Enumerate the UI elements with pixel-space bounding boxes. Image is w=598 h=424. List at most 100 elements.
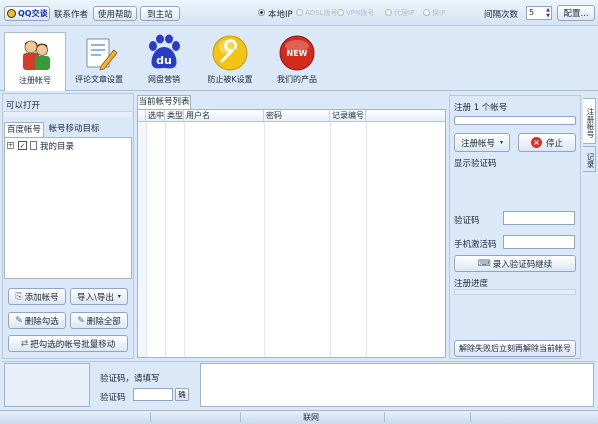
grid-col-line	[184, 122, 265, 357]
captcha-image-box	[200, 363, 594, 407]
batch-move-button[interactable]: ⇄ 把勾选的帐号批量移动	[8, 335, 128, 352]
import-export-label: 导入\导出	[77, 292, 114, 303]
col-header-type[interactable]: 类型	[165, 110, 184, 122]
sms-code-label: 手机激活码	[454, 240, 497, 250]
radio-local-ip-label: 本地IP	[268, 10, 293, 20]
radio-change-ip[interactable]	[423, 9, 430, 16]
col-header-password[interactable]: 密码	[264, 110, 330, 122]
stop-icon: ×	[530, 137, 542, 148]
bottom-captcha-input[interactable]	[133, 388, 173, 401]
interval-spinner[interactable]: 5 ▲ ▼	[526, 6, 552, 20]
captcha-image-area	[454, 169, 576, 207]
delete-all-button[interactable]: ✎ 删除全部	[70, 312, 128, 329]
delete-all-label: 删除全部	[86, 316, 121, 327]
toolbar-anti-ban-settings-label: 防止被K设置	[207, 75, 253, 84]
bottom-confirm-button[interactable]: 确	[175, 388, 189, 401]
radio-vpn[interactable]	[337, 9, 344, 16]
side-tab-register[interactable]: 注册帐号	[583, 98, 596, 144]
status-divider	[384, 412, 385, 422]
delete-checked-label: 删除勾选	[24, 316, 59, 327]
new-badge-text: NEW	[287, 49, 308, 58]
tree-expand-icon[interactable]: +	[7, 142, 14, 149]
left-panel-divider	[4, 111, 132, 117]
stop-label: 停止	[545, 138, 563, 149]
delete-checked-button[interactable]: ✎ 删除勾选	[8, 312, 66, 329]
baidu-paw-icon: du	[149, 34, 180, 69]
status-divider	[240, 412, 241, 422]
center-tab[interactable]: 当前帐号列表	[137, 95, 191, 109]
sms-code-input[interactable]	[503, 235, 575, 249]
account-grid: 选中 类型 用户名 密码 记录编号	[137, 109, 446, 358]
users-icon	[23, 40, 50, 70]
grid-col-line	[330, 122, 367, 357]
register-account-button[interactable]: 注册帐号 ▾	[454, 133, 510, 152]
grid-col-line	[146, 122, 166, 357]
eraser-icon: ✎	[15, 315, 23, 326]
dropdown-arrow-icon: ▾	[117, 293, 121, 300]
toolbar-comment-settings-label: 评论文章设置	[75, 75, 123, 84]
submit-captcha-button[interactable]: ⌨ 录入验证码继续	[454, 255, 576, 272]
radio-proxy-label: 代理IP	[394, 9, 415, 17]
radio-change-ip-label: 换IP	[432, 9, 446, 17]
unlock-current-account-button[interactable]: 解除失败后立刻再解除当前帐号	[454, 340, 576, 357]
dropdown-arrow-icon: ▾	[500, 139, 504, 146]
move-icon: ⇄	[20, 338, 29, 349]
keyboard-icon: ⌨	[477, 258, 491, 269]
import-export-button[interactable]: 导入\导出 ▾	[70, 288, 128, 305]
radio-adsl[interactable]	[296, 9, 303, 16]
tree-root-label[interactable]: 我的目录	[40, 140, 74, 152]
toolbar-register-account-label: 注册帐号	[19, 76, 51, 85]
tab-baidu-accounts[interactable]: 百度帐号	[4, 122, 44, 137]
captcha-label: 验证码	[454, 216, 480, 226]
config-button[interactable]: 配置...	[557, 5, 595, 21]
add-icon: ⎘	[15, 291, 23, 302]
add-account-button[interactable]: ⎘ 添加帐号	[8, 288, 66, 305]
col-header-record-no[interactable]: 记录编号	[330, 110, 366, 122]
tab-move-target[interactable]: 帐号移动目标	[46, 122, 102, 137]
tree-checkbox[interactable]: ✓	[18, 141, 27, 150]
radio-proxy[interactable]	[385, 9, 392, 16]
qq-chat-button[interactable]: QQ交谈	[4, 6, 50, 21]
bottom-left-box	[4, 363, 90, 407]
grid-col-line	[165, 122, 185, 357]
toolbar-our-products[interactable]: NEW 我们的产品	[266, 32, 328, 88]
toolbar-netdisk-marketing-label: 网盘营销	[148, 75, 180, 84]
help-button[interactable]: 使用帮助	[93, 6, 137, 21]
register-count-title: 注册 1 个帐号	[454, 103, 508, 113]
qq-chat-label: QQ交谈	[18, 9, 48, 18]
grid-col-line	[264, 122, 331, 357]
col-header-filler	[366, 110, 445, 122]
radio-local-ip[interactable]	[258, 9, 265, 16]
batch-move-label: 把勾选的帐号批量移动	[30, 339, 116, 350]
wrench-icon	[212, 35, 248, 71]
captcha-display-label: 显示验证码	[454, 159, 497, 169]
col-header-selected[interactable]: 选中	[146, 110, 165, 122]
grid-row-header-cell	[138, 110, 146, 122]
toolbar-netdisk-marketing[interactable]: du 网盘营销	[133, 32, 195, 88]
stop-button[interactable]: × 停止	[518, 133, 576, 152]
document-edit-icon	[86, 38, 117, 71]
add-account-label: 添加帐号	[24, 292, 59, 303]
register-progress-bar	[454, 116, 576, 125]
toolbar-anti-ban-settings[interactable]: 防止被K设置	[199, 32, 261, 88]
register-account-label: 注册帐号	[460, 138, 495, 149]
interval-label: 间隔次数	[484, 10, 519, 20]
baidu-logo-text: du	[156, 54, 172, 67]
progress-strip	[454, 289, 576, 295]
interval-value: 5	[529, 8, 535, 17]
home-button[interactable]: 到主站	[140, 6, 180, 21]
left-panel-title: 可以打开	[6, 101, 41, 111]
contact-author-button[interactable]: 联系作者	[51, 6, 91, 21]
bottom-captcha-label: 验证码	[100, 393, 126, 403]
captcha-input[interactable]	[503, 211, 575, 225]
radio-vpn-label: VPN拨号	[346, 9, 375, 17]
submit-captcha-label: 录入验证码继续	[492, 259, 553, 270]
status-divider	[470, 412, 471, 422]
folder-icon	[30, 141, 37, 150]
toolbar-our-products-label: 我们的产品	[277, 75, 317, 84]
qq-penguin-icon	[7, 9, 16, 18]
col-header-username[interactable]: 用户名	[184, 110, 264, 122]
toolbar-comment-settings[interactable]: 评论文章设置	[68, 32, 130, 88]
toolbar-register-account[interactable]: 注册帐号	[4, 32, 66, 91]
side-tab-log[interactable]: 记录	[583, 146, 596, 172]
